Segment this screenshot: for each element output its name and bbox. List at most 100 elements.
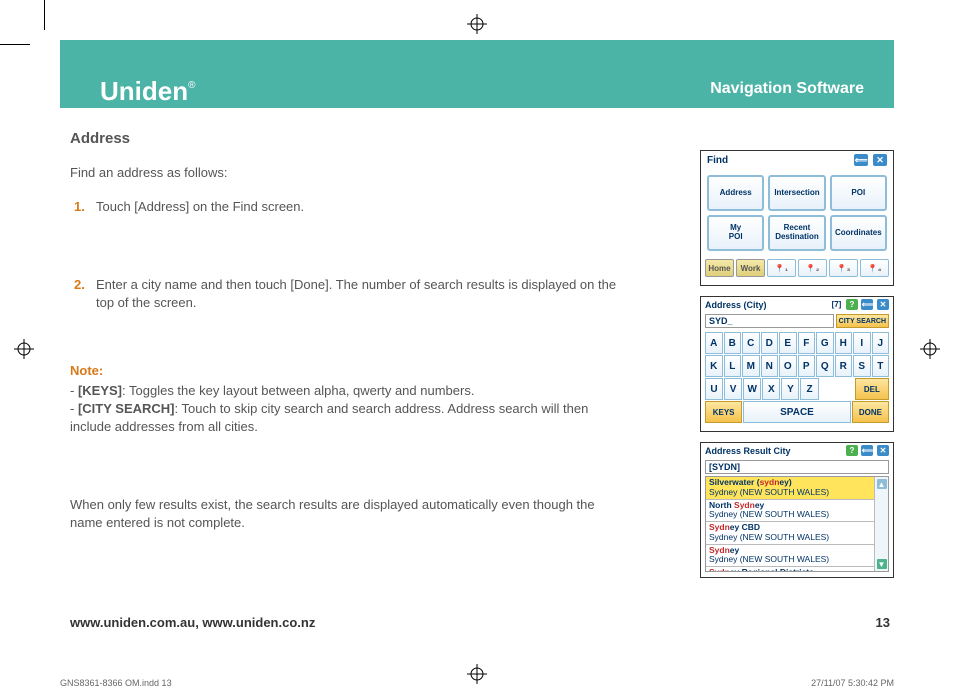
r1sub: Sydney (NEW SOUTH WALES) bbox=[709, 488, 871, 498]
space-key[interactable]: SPACE bbox=[743, 401, 851, 423]
keyboard-input-row: SYD_ CITY SEARCH bbox=[705, 314, 889, 328]
r2a: North bbox=[709, 500, 734, 510]
result-row-5[interactable]: Sydney Regional Districts Sydney (NEW SO… bbox=[706, 567, 874, 571]
r4b: Sydn bbox=[709, 545, 730, 555]
keys-button[interactable]: KEYS bbox=[705, 401, 742, 423]
r4c: ey bbox=[730, 545, 739, 555]
back-icon[interactable]: ⟸ bbox=[861, 445, 873, 456]
key-s[interactable]: S bbox=[853, 355, 871, 377]
key-l[interactable]: L bbox=[724, 355, 742, 377]
key-a[interactable]: A bbox=[705, 332, 723, 354]
key-o[interactable]: O bbox=[779, 355, 797, 377]
city-input[interactable]: SYD_ bbox=[705, 314, 834, 328]
key-j[interactable]: J bbox=[872, 332, 890, 354]
help-icon[interactable]: ? bbox=[846, 299, 858, 310]
screenshots-column: Find ⟸ ✕ Address Intersection POI My POI… bbox=[700, 150, 894, 578]
page-footer: www.uniden.com.au, www.uniden.co.nz 13 bbox=[70, 615, 890, 630]
r1c: ey) bbox=[779, 477, 791, 487]
key-n[interactable]: N bbox=[761, 355, 779, 377]
intersection-button[interactable]: Intersection bbox=[768, 175, 825, 211]
key-u[interactable]: U bbox=[705, 378, 723, 400]
step-1: 1. Touch [Address] on the Find screen. bbox=[74, 198, 620, 216]
key-p[interactable]: P bbox=[798, 355, 816, 377]
key-d[interactable]: D bbox=[761, 332, 779, 354]
intro-text: Find an address as follows: bbox=[70, 165, 620, 180]
close-icon[interactable]: ✕ bbox=[877, 445, 889, 456]
scroll-down-icon[interactable]: ▼ bbox=[877, 559, 887, 569]
key-x[interactable]: X bbox=[762, 378, 780, 400]
result-title: Address Result City bbox=[705, 446, 791, 456]
home-button[interactable]: Home bbox=[705, 259, 734, 277]
note-line-2: - [CITY SEARCH]: Touch to skip city sear… bbox=[70, 400, 620, 436]
keyboard-title-icons: [7] ? ⟸ ✕ bbox=[829, 299, 889, 310]
key-q[interactable]: Q bbox=[816, 355, 834, 377]
r1b: sydn bbox=[760, 477, 780, 487]
result-row-2[interactable]: North Sydney Sydney (NEW SOUTH WALES) bbox=[706, 500, 874, 523]
keyboard-screen: Address (City) [7] ? ⟸ ✕ SYD_ CITY SEARC… bbox=[700, 296, 894, 432]
footer-urls: www.uniden.com.au, www.uniden.co.nz bbox=[70, 615, 315, 630]
key-w[interactable]: W bbox=[743, 378, 761, 400]
key-r[interactable]: R bbox=[835, 355, 853, 377]
keyboard-titlebar: Address (City) [7] ? ⟸ ✕ bbox=[701, 297, 893, 312]
result-titlebar: Address Result City ? ⟸ ✕ bbox=[701, 443, 893, 458]
result-row-4[interactable]: Sydney Sydney (NEW SOUTH WALES) bbox=[706, 545, 874, 568]
key-row-1: A B C D E F G H I J bbox=[705, 332, 889, 354]
help-icon[interactable]: ? bbox=[846, 445, 858, 456]
key-c[interactable]: C bbox=[742, 332, 760, 354]
r5b: Sydn bbox=[709, 567, 730, 571]
del-key[interactable]: DEL bbox=[855, 378, 889, 400]
pin-button-4[interactable]: 📍₄ bbox=[860, 259, 889, 277]
find-screen-title: Find bbox=[707, 155, 728, 166]
scroll-up-icon[interactable]: ▲ bbox=[877, 479, 887, 489]
result-search-term[interactable]: [SYDN] bbox=[705, 460, 889, 474]
key-v[interactable]: V bbox=[724, 378, 742, 400]
pin-button-2[interactable]: 📍₂ bbox=[798, 259, 827, 277]
step-1-num: 1. bbox=[74, 198, 96, 216]
key-i[interactable]: I bbox=[853, 332, 871, 354]
r3b: Sydn bbox=[709, 522, 730, 532]
r1a: Silverwater ( bbox=[709, 477, 760, 487]
done-button[interactable]: DONE bbox=[852, 401, 889, 423]
result-title-icons: ? ⟸ ✕ bbox=[845, 445, 889, 456]
work-button[interactable]: Work bbox=[736, 259, 765, 277]
logo: Uniden® bbox=[100, 76, 195, 107]
note-1-rest: : Toggles the key layout between alpha, … bbox=[122, 383, 474, 398]
key-t[interactable]: T bbox=[872, 355, 890, 377]
key-b[interactable]: B bbox=[724, 332, 742, 354]
result-row-3[interactable]: Sydney CBD Sydney (NEW SOUTH WALES) bbox=[706, 522, 874, 545]
key-h[interactable]: H bbox=[835, 332, 853, 354]
pin-button-3[interactable]: 📍₃ bbox=[829, 259, 858, 277]
key-g[interactable]: G bbox=[816, 332, 834, 354]
r2b: Sydn bbox=[734, 500, 755, 510]
address-button[interactable]: Address bbox=[707, 175, 764, 211]
result-screen: Address Result City ? ⟸ ✕ [SYDN] Silverw… bbox=[700, 442, 894, 578]
result-scrollbar[interactable]: ▲ ▼ bbox=[874, 477, 888, 571]
result-rows: Silverwater (sydney) Sydney (NEW SOUTH W… bbox=[706, 477, 874, 571]
content-column: Address Find an address as follows: 1. T… bbox=[70, 130, 620, 533]
print-stamp: 27/11/07 5:30:42 PM bbox=[811, 678, 894, 688]
note-body: - [KEYS]: Toggles the key layout between… bbox=[70, 382, 620, 437]
pin-button-1[interactable]: 📍₁ bbox=[767, 259, 796, 277]
recent-destination-button[interactable]: Recent Destination bbox=[768, 215, 825, 251]
note-heading: Note: bbox=[70, 363, 620, 378]
key-k[interactable]: K bbox=[705, 355, 723, 377]
key-e[interactable]: E bbox=[779, 332, 797, 354]
key-z[interactable]: Z bbox=[800, 378, 818, 400]
result-row-1[interactable]: Silverwater (sydney) Sydney (NEW SOUTH W… bbox=[706, 477, 874, 500]
my-poi-button[interactable]: My POI bbox=[707, 215, 764, 251]
close-icon[interactable]: ✕ bbox=[877, 299, 889, 310]
city-search-button[interactable]: CITY SEARCH bbox=[836, 314, 889, 328]
coordinates-button[interactable]: Coordinates bbox=[830, 215, 887, 251]
back-icon[interactable]: ⟸ bbox=[861, 299, 873, 310]
print-file: GNS8361-8366 OM.indd 13 bbox=[60, 678, 172, 688]
note-2-bold: [CITY SEARCH] bbox=[78, 401, 175, 416]
key-f[interactable]: F bbox=[798, 332, 816, 354]
r5c: ey Regional Districts bbox=[730, 567, 814, 571]
heading-address: Address bbox=[70, 130, 620, 147]
poi-button[interactable]: POI bbox=[830, 175, 887, 211]
header-bar: Uniden® Navigation Software bbox=[60, 40, 894, 108]
close-icon[interactable]: ✕ bbox=[873, 154, 887, 166]
key-y[interactable]: Y bbox=[781, 378, 799, 400]
back-icon[interactable]: ⟸ bbox=[854, 154, 868, 166]
key-m[interactable]: M bbox=[742, 355, 760, 377]
